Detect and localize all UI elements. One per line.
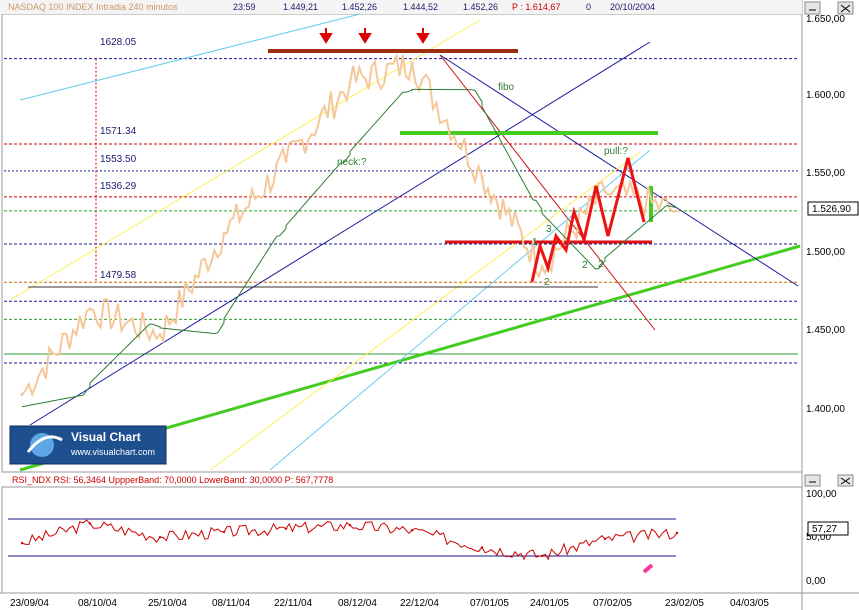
wave-label: 1 bbox=[532, 237, 538, 248]
date-tick: 24/01/05 bbox=[530, 598, 569, 609]
date-tick: 04/03/05 bbox=[730, 598, 769, 609]
logo-title: Visual Chart bbox=[71, 430, 141, 444]
rsi-minimize-button[interactable] bbox=[804, 474, 821, 487]
price-point bbox=[88, 307, 92, 311]
date-tick: 07/02/05 bbox=[593, 598, 632, 609]
rsi-point bbox=[410, 529, 414, 532]
current-price-label: 1.526,90 bbox=[812, 204, 851, 215]
rsi-point bbox=[284, 527, 288, 530]
rsi-current-label: 57,27 bbox=[812, 524, 837, 535]
date-tick: 22/12/04 bbox=[400, 598, 439, 609]
date-tick: 07/01/05 bbox=[470, 598, 509, 609]
price-tick: 1.600,00 bbox=[806, 90, 845, 101]
wave-label: 2 bbox=[598, 259, 604, 270]
date-tick: 22/11/04 bbox=[274, 598, 313, 609]
level-label-1571: 1571.34 bbox=[100, 126, 137, 137]
header-symbol: NASDAQ 100 INDEX Intradia 240 minutos bbox=[8, 2, 178, 12]
price-tick: 1.650,00 bbox=[806, 14, 845, 25]
header-close: 1.452,26 bbox=[463, 2, 498, 12]
date-tick: 08/12/04 bbox=[338, 598, 377, 609]
rsi-point bbox=[222, 530, 226, 534]
level-label-1536: 1536.29 bbox=[100, 181, 137, 192]
chart-window: NASDAQ 100 INDEX Intradia 240 minutos 23… bbox=[0, 0, 859, 610]
chart-canvas: NASDAQ 100 INDEX Intradia 240 minutos 23… bbox=[0, 0, 859, 610]
rsi-point bbox=[675, 531, 679, 535]
neck-label: neck:? bbox=[337, 157, 367, 168]
rsi-title: RSI_NDX RSI: 56,3464 UppperBand: 70,0000… bbox=[12, 475, 333, 485]
price-tick: 1.450,00 bbox=[806, 325, 845, 336]
price-point bbox=[284, 159, 288, 163]
date-tick: 08/10/04 bbox=[78, 598, 117, 609]
rsi-point bbox=[603, 537, 607, 541]
price-tick: 1.550,00 bbox=[806, 168, 845, 179]
price-point bbox=[480, 174, 484, 178]
fibo-label: fibo bbox=[498, 82, 515, 93]
price-point bbox=[158, 332, 162, 336]
header-volume: 0 bbox=[586, 2, 591, 12]
rsi-point bbox=[20, 541, 24, 545]
date-tick: 23/09/04 bbox=[10, 598, 49, 609]
price-point bbox=[675, 209, 679, 213]
date-tick: 23/02/05 bbox=[665, 598, 704, 609]
rsi-tick: 100,00 bbox=[806, 489, 837, 500]
date-tick: 25/10/04 bbox=[148, 598, 187, 609]
rsi-point bbox=[540, 554, 544, 558]
header-low: 1.444,52 bbox=[403, 2, 438, 12]
rsi-tick: 0,00 bbox=[806, 576, 826, 587]
price-point bbox=[410, 61, 414, 65]
price-point bbox=[348, 81, 352, 85]
minimize-button[interactable] bbox=[804, 1, 821, 15]
header-time: 23:59 bbox=[233, 2, 256, 12]
price-tick: 1.500,00 bbox=[806, 247, 845, 258]
pull-label: pull:? bbox=[604, 146, 628, 157]
visual-chart-logo: Visual Chart www.visualchart.com bbox=[9, 425, 167, 465]
price-point bbox=[222, 231, 226, 235]
header-date: 20/10/2004 bbox=[610, 2, 655, 12]
header-high: 1.452,26 bbox=[342, 2, 377, 12]
price-point bbox=[603, 189, 607, 193]
wave-label: 2 bbox=[582, 260, 588, 271]
price-point bbox=[20, 393, 24, 397]
wave-label: 2 bbox=[544, 277, 550, 288]
price-tick: 1.400,00 bbox=[806, 404, 845, 415]
rsi-point bbox=[88, 522, 92, 525]
rsi-close-button[interactable] bbox=[837, 474, 854, 487]
close-button[interactable] bbox=[837, 1, 854, 15]
level-label-1553: 1553.50 bbox=[100, 154, 137, 165]
level-label-1628: 1628.05 bbox=[100, 37, 137, 48]
date-tick: 08/11/04 bbox=[212, 598, 251, 609]
logo-url: www.visualchart.com bbox=[70, 447, 155, 457]
rsi-point bbox=[348, 524, 352, 527]
header-open: 1.449,21 bbox=[283, 2, 318, 12]
header-p: P : 1.614,67 bbox=[512, 2, 560, 12]
rsi-point bbox=[480, 546, 484, 549]
wave-label: 3 bbox=[546, 224, 552, 235]
level-label-1479: 1479.58 bbox=[100, 270, 137, 281]
rsi-point bbox=[158, 535, 162, 539]
price-point bbox=[540, 265, 544, 269]
